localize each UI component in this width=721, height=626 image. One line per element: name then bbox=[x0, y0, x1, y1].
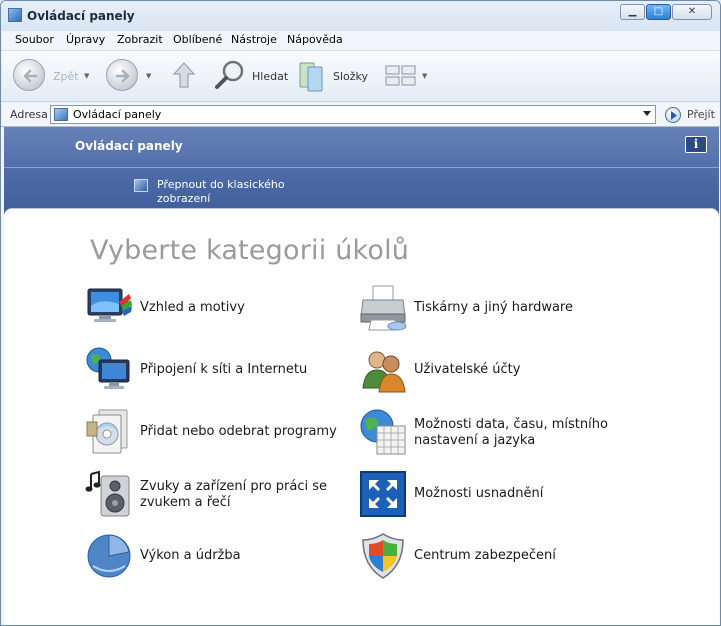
category-printers[interactable]: Tiskárny a jiný hardware bbox=[359, 284, 619, 334]
printer-icon bbox=[360, 285, 407, 331]
folders-button[interactable]: Složky bbox=[297, 51, 369, 101]
forward-dropdown-icon: ▼ bbox=[146, 72, 152, 80]
category-date-time-language[interactable]: Možnosti data, času, místního nastavení … bbox=[359, 408, 649, 458]
control-panel-header: Ovládací panely i Přepnout do klasického… bbox=[4, 127, 719, 217]
toolbar: Zpět ▼ ▼ Hledat Složky ▼ bbox=[1, 50, 720, 102]
maximize-button[interactable]: □ bbox=[646, 4, 671, 20]
search-button[interactable]: Hledat bbox=[214, 51, 289, 101]
header-title: Ovládací panely bbox=[75, 139, 183, 153]
menu-soubor[interactable]: Soubor bbox=[15, 33, 54, 46]
control-panel-app-icon bbox=[8, 8, 22, 22]
search-label: Hledat bbox=[252, 70, 289, 83]
sound-speaker-icon bbox=[85, 470, 130, 517]
category-network[interactable]: Připojení k síti a Internetu bbox=[85, 346, 345, 396]
menu-napoveda[interactable]: Nápověda bbox=[287, 33, 343, 46]
address-value: Ovládací panely bbox=[73, 108, 162, 121]
date-time-globe-icon bbox=[360, 409, 406, 455]
maximize-icon: □ bbox=[653, 6, 664, 17]
category-programs[interactable]: Přidat nebo odebrat programy bbox=[85, 408, 355, 458]
forward-arrow-icon bbox=[106, 59, 138, 91]
category-user-accounts[interactable]: Uživatelské účty bbox=[359, 346, 619, 396]
up-button[interactable] bbox=[171, 51, 197, 101]
address-label: Adresa bbox=[10, 108, 48, 121]
page-heading: Vyberte kategorii úkolů bbox=[90, 235, 410, 266]
close-button[interactable]: ✕ bbox=[672, 4, 712, 20]
up-folder-icon bbox=[172, 62, 196, 88]
back-button[interactable]: Zpět ▼ bbox=[13, 51, 93, 101]
address-bar: Adresa Ovládací panely Přejít bbox=[1, 103, 720, 127]
category-sounds[interactable]: Zvuky a zařízení pro práci se zvukem a ř… bbox=[85, 470, 355, 520]
category-label: Vzhled a motivy bbox=[140, 300, 245, 315]
display-appearance-icon bbox=[87, 288, 132, 322]
add-remove-programs-icon bbox=[86, 409, 128, 454]
menu-upravy[interactable]: Úpravy bbox=[66, 33, 105, 46]
minimize-icon: ▁ bbox=[628, 6, 637, 17]
category-appearance[interactable]: Vzhled a motivy bbox=[85, 284, 345, 334]
views-icon bbox=[385, 65, 416, 86]
search-icon bbox=[215, 60, 244, 89]
window-title: Ovládací panely bbox=[27, 9, 135, 23]
category-label: Výkon a údržba bbox=[140, 548, 241, 563]
category-label: Možnosti usnadnění bbox=[414, 486, 544, 501]
category-label: Centrum zabezpečení bbox=[414, 548, 556, 563]
category-security-center[interactable]: Centrum zabezpečení bbox=[359, 532, 619, 582]
back-label: Zpět bbox=[53, 70, 79, 83]
category-performance[interactable]: Výkon a údržba bbox=[85, 532, 345, 582]
address-dropdown-icon[interactable] bbox=[643, 111, 651, 116]
go-button[interactable] bbox=[665, 107, 681, 123]
control-panel-window: Ovládací panely ▁ □ ✕ Soubor Úpravy Zobr… bbox=[0, 0, 721, 626]
switch-view-icon[interactable] bbox=[134, 179, 148, 192]
control-panel-address-icon bbox=[54, 108, 68, 121]
minimize-button[interactable]: ▁ bbox=[620, 4, 645, 20]
category-label: Možnosti data, času, místního nastavení … bbox=[414, 417, 608, 448]
user-accounts-icon bbox=[362, 351, 406, 393]
performance-chart-icon bbox=[87, 534, 131, 578]
menu-bar: Soubor Úpravy Zobrazit Oblíbené Nástroje… bbox=[1, 31, 720, 49]
network-globe-icon bbox=[86, 347, 130, 389]
folders-icon bbox=[299, 62, 323, 92]
go-arrow-icon bbox=[671, 111, 677, 120]
info-icon[interactable]: i bbox=[685, 136, 707, 153]
views-dropdown-icon: ▼ bbox=[422, 72, 428, 80]
accessibility-icon bbox=[360, 471, 406, 517]
category-label: Uživatelské účty bbox=[414, 362, 521, 377]
header-divider bbox=[4, 167, 719, 168]
forward-button[interactable]: ▼ bbox=[106, 51, 156, 101]
back-dropdown-icon: ▼ bbox=[84, 72, 90, 80]
switch-classic-view-link[interactable]: Přepnout do klasického zobrazení bbox=[157, 178, 317, 206]
category-accessibility[interactable]: Možnosti usnadnění bbox=[359, 470, 619, 520]
close-icon: ✕ bbox=[687, 6, 697, 17]
security-shield-icon bbox=[362, 533, 404, 579]
category-label: Přidat nebo odebrat programy bbox=[140, 424, 337, 439]
views-button[interactable]: ▼ bbox=[385, 51, 430, 101]
category-label: Zvuky a zařízení pro práci se zvukem a ř… bbox=[140, 479, 328, 510]
folders-label: Složky bbox=[333, 70, 369, 83]
menu-oblibene[interactable]: Oblíbené bbox=[173, 33, 222, 46]
title-bar: Ovládací panely ▁ □ ✕ bbox=[1, 1, 720, 31]
category-panel: Vyberte kategorii úkolů Vzhled a motivy bbox=[4, 208, 719, 625]
go-label[interactable]: Přejít bbox=[687, 108, 715, 121]
category-label: Připojení k síti a Internetu bbox=[140, 362, 308, 377]
category-label: Tiskárny a jiný hardware bbox=[414, 300, 573, 315]
menu-nastroje[interactable]: Nástroje bbox=[231, 33, 277, 46]
back-arrow-icon bbox=[13, 59, 45, 91]
address-input[interactable]: Ovládací panely bbox=[50, 105, 656, 124]
menu-zobrazit[interactable]: Zobrazit bbox=[117, 33, 163, 46]
